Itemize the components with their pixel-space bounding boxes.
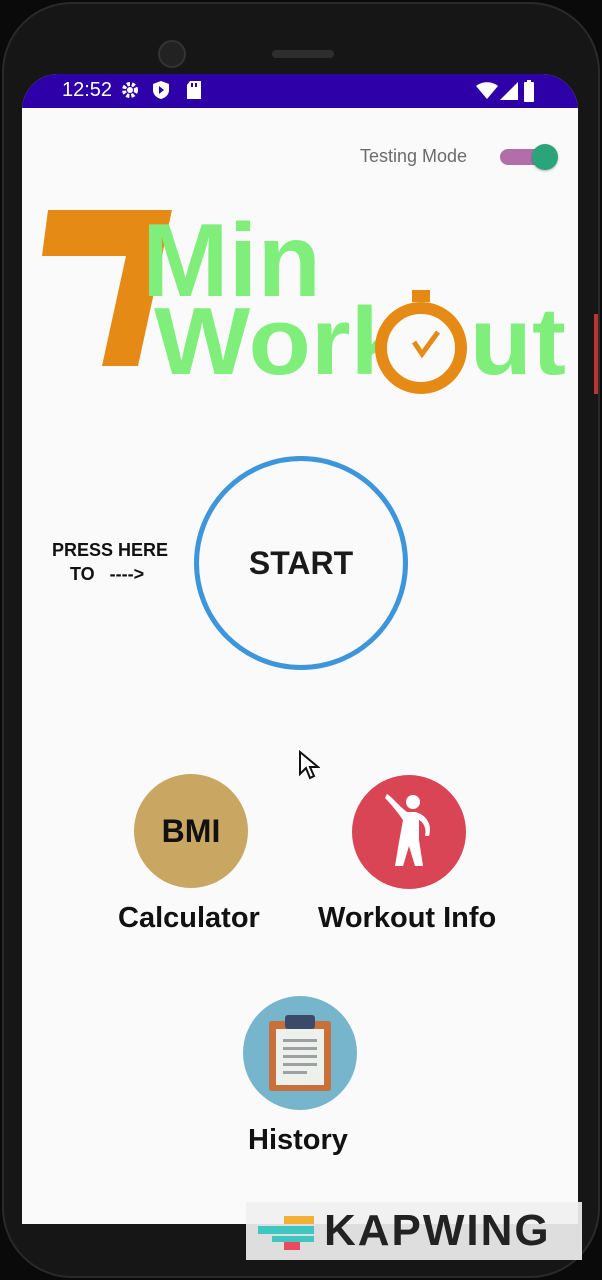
- history-caption: History: [248, 1124, 348, 1156]
- testing-mode-switch[interactable]: [500, 144, 558, 170]
- press-hint-line2: TO ---->: [70, 564, 145, 584]
- app-logo: Min Workout: [42, 203, 566, 395]
- kapwing-watermark-text: KAPWING: [324, 1206, 551, 1255]
- earpiece: [272, 50, 334, 58]
- bmi-caption: Calculator: [118, 902, 260, 934]
- mouse-cursor-icon: [299, 750, 320, 780]
- press-here-hint: PRESS HERE TO ---->: [40, 538, 180, 586]
- kapwing-watermark: KAPWING: [246, 1202, 582, 1260]
- front-camera: [158, 40, 186, 68]
- start-button[interactable]: START: [194, 456, 408, 670]
- stretching-person-icon: [385, 794, 431, 866]
- clipboard-icon: [269, 1015, 331, 1091]
- status-bar: 12:52: [22, 74, 578, 108]
- gear-icon: [122, 82, 138, 98]
- sd-card-icon: [187, 81, 201, 99]
- workout-info-caption: Workout Info: [318, 902, 497, 934]
- logo-text-workout: Workout: [154, 288, 566, 395]
- kapwing-logo-icon: [258, 1216, 314, 1250]
- status-time: 12:52: [62, 79, 113, 101]
- switch-knob: [532, 144, 558, 170]
- app-screen: 12:52 Testing Mode Min Workout PRESS HER…: [22, 74, 578, 1224]
- wifi-icon: [476, 82, 498, 99]
- power-button: [594, 314, 598, 394]
- press-hint-line1: PRESS HERE: [51, 540, 169, 560]
- signal-icon: [500, 82, 518, 100]
- history-button[interactable]: [243, 996, 357, 1110]
- bmi-calculator-button[interactable]: BMI: [134, 774, 248, 888]
- bmi-icon-text: BMI: [161, 812, 221, 849]
- workout-info-button[interactable]: [352, 775, 466, 889]
- battery-icon: [524, 80, 534, 102]
- testing-mode-label: Testing Mode: [360, 146, 468, 166]
- start-label: START: [248, 544, 354, 581]
- shield-play-icon: [153, 81, 169, 99]
